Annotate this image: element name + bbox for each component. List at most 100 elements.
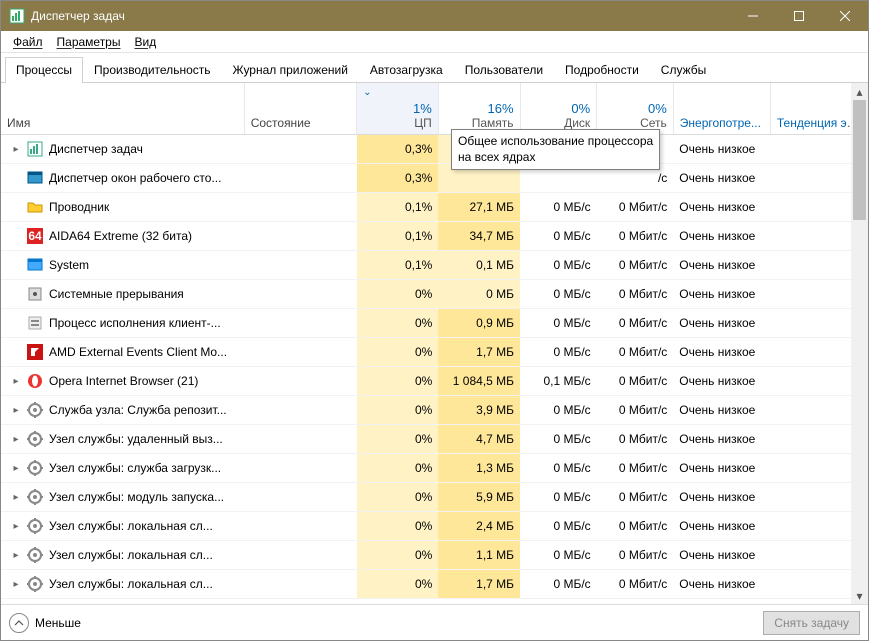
scroll-down-icon[interactable]: ▾	[851, 587, 868, 604]
network-cell: 0 Мбит/с	[597, 541, 674, 570]
col-disk[interactable]: 0%Диск	[520, 83, 597, 135]
status-cell	[244, 135, 356, 164]
scroll-up-icon[interactable]: ▴	[851, 83, 868, 100]
table-row[interactable]: ▸Узел службы: удаленный выз...0%4,7 МБ0 …	[1, 425, 868, 454]
memory-cell: 27,1 МБ	[438, 193, 520, 222]
process-name: Диспетчер задач	[49, 142, 143, 156]
network-cell: 0 Мбит/с	[597, 338, 674, 367]
memory-cell: 0,9 МБ	[438, 309, 520, 338]
status-cell	[244, 425, 356, 454]
table-row[interactable]: ▸Узел службы: служба загрузк...0%1,3 МБ0…	[1, 454, 868, 483]
tabbar: ПроцессыПроизводительностьЖурнал приложе…	[1, 53, 868, 83]
process-name: Узел службы: служба загрузк...	[49, 461, 221, 475]
table-row[interactable]: AMD External Events Client Mo...0%1,7 МБ…	[1, 338, 868, 367]
network-cell: 0 Мбит/с	[597, 251, 674, 280]
tab-processes[interactable]: Процессы	[5, 57, 83, 83]
expand-chevron-icon[interactable]: ▸	[11, 579, 21, 590]
process-name: Узел службы: локальная сл...	[49, 577, 213, 591]
status-cell	[244, 222, 356, 251]
table-row[interactable]: Проводник0,1%27,1 МБ0 МБ/с0 Мбит/сОчень …	[1, 193, 868, 222]
memory-cell: 1,1 МБ	[438, 541, 520, 570]
table-row[interactable]: Диспетчер окон рабочего сто...0,3%/сОчен…	[1, 164, 868, 193]
tab-apphistory[interactable]: Журнал приложений	[222, 57, 359, 83]
process-name: Проводник	[49, 200, 109, 214]
cpu-cell: 0%	[357, 454, 439, 483]
col-cpu[interactable]: ⌄1%ЦП	[357, 83, 439, 135]
power-cell: Очень низкое	[673, 541, 770, 570]
network-cell: 0 Мбит/с	[597, 512, 674, 541]
process-name: System	[49, 258, 89, 272]
minimize-button[interactable]	[730, 1, 776, 31]
power-cell: Очень низкое	[673, 512, 770, 541]
table-row[interactable]: ▸Узел службы: локальная сл...0%1,7 МБ0 М…	[1, 570, 868, 599]
table-row[interactable]: Системные прерывания0%0 МБ0 МБ/с0 Мбит/с…	[1, 280, 868, 309]
svc-icon	[27, 431, 43, 447]
cpu-cell: 0%	[357, 338, 439, 367]
expand-chevron-icon[interactable]: ▸	[11, 521, 21, 532]
process-name: Процесс исполнения клиент-...	[49, 316, 221, 330]
vertical-scrollbar[interactable]: ▴ ▾	[851, 83, 868, 604]
memory-cell: 4,7 МБ	[438, 425, 520, 454]
interrupt-icon	[27, 286, 43, 302]
memory-cell: 34,7 МБ	[438, 222, 520, 251]
expand-chevron-icon[interactable]: ▸	[11, 405, 21, 416]
process-name: Диспетчер окон рабочего сто...	[49, 171, 221, 185]
expand-chevron-icon[interactable]: ▸	[11, 376, 21, 387]
memory-cell: 5,9 МБ	[438, 483, 520, 512]
disk-cell: 0 МБ/с	[520, 570, 597, 599]
col-memory[interactable]: 16%Память	[438, 83, 520, 135]
network-cell: 0 Мбит/с	[597, 193, 674, 222]
table-row[interactable]: ▸Узел службы: локальная сл...0%1,1 МБ0 М…	[1, 541, 868, 570]
power-cell: Очень низкое	[673, 425, 770, 454]
table-row[interactable]: System0,1%0,1 МБ0 МБ/с0 Мбит/сОчень низк…	[1, 251, 868, 280]
power-cell: Очень низкое	[673, 454, 770, 483]
cpu-tooltip: Общее использование процессора на всех я…	[451, 129, 660, 170]
network-cell: 0 Мбит/с	[597, 367, 674, 396]
status-cell	[244, 338, 356, 367]
network-cell: 0 Мбит/с	[597, 570, 674, 599]
table-row[interactable]: ▸Узел службы: модуль запуска...0%5,9 МБ0…	[1, 483, 868, 512]
status-cell	[244, 251, 356, 280]
memory-cell: 0 МБ	[438, 280, 520, 309]
expand-chevron-icon[interactable]: ▸	[11, 144, 21, 155]
table-row[interactable]: ▸Диспетчер задач0,3%Очень низкое	[1, 135, 868, 164]
menu-options[interactable]: Параметры	[51, 33, 127, 51]
tab-startup[interactable]: Автозагрузка	[359, 57, 454, 83]
table-row[interactable]: ▸Opera Internet Browser (21)0%1 084,5 МБ…	[1, 367, 868, 396]
expand-chevron-icon[interactable]: ▸	[11, 550, 21, 561]
process-name: Системные прерывания	[49, 287, 184, 301]
col-status[interactable]: Состояние	[244, 83, 356, 135]
scroll-thumb[interactable]	[853, 100, 866, 220]
status-cell	[244, 280, 356, 309]
table-row[interactable]: 64AIDA64 Extreme (32 бита)0,1%34,7 МБ0 М…	[1, 222, 868, 251]
cpu-cell: 0,3%	[357, 135, 439, 164]
process-name: Служба узла: Служба репозит...	[49, 403, 227, 417]
col-network[interactable]: 0%Сеть	[597, 83, 674, 135]
tab-users[interactable]: Пользователи	[454, 57, 554, 83]
disk-cell: 0,1 МБ/с	[520, 367, 597, 396]
expand-chevron-icon[interactable]: ▸	[11, 492, 21, 503]
col-power[interactable]: Энергопотре...	[673, 83, 770, 135]
tab-services[interactable]: Службы	[650, 57, 717, 83]
table-row[interactable]: ▸Служба узла: Служба репозит...0%3,9 МБ0…	[1, 396, 868, 425]
table-row[interactable]: ▸Узел службы: локальная сл...0%2,4 МБ0 М…	[1, 512, 868, 541]
titlebar[interactable]: Диспетчер задач	[1, 1, 868, 31]
tab-details[interactable]: Подробности	[554, 57, 650, 83]
disk-cell: 0 МБ/с	[520, 483, 597, 512]
tab-performance[interactable]: Производительность	[83, 57, 221, 83]
svc-icon	[27, 460, 43, 476]
memory-cell: 2,4 МБ	[438, 512, 520, 541]
power-cell: Очень низкое	[673, 164, 770, 193]
close-button[interactable]	[822, 1, 868, 31]
col-name[interactable]: Имя	[1, 83, 244, 135]
menu-view[interactable]: Вид	[128, 33, 162, 51]
end-task-button[interactable]: Снять задачу	[763, 611, 860, 635]
fewer-details-button[interactable]: Меньше	[9, 613, 755, 633]
expand-chevron-icon[interactable]: ▸	[11, 463, 21, 474]
process-name: Opera Internet Browser (21)	[49, 374, 198, 388]
menu-file[interactable]: Файл	[7, 33, 49, 51]
disk-cell: 0 МБ/с	[520, 338, 597, 367]
expand-chevron-icon[interactable]: ▸	[11, 434, 21, 445]
table-row[interactable]: Процесс исполнения клиент-...0%0,9 МБ0 М…	[1, 309, 868, 338]
maximize-button[interactable]	[776, 1, 822, 31]
